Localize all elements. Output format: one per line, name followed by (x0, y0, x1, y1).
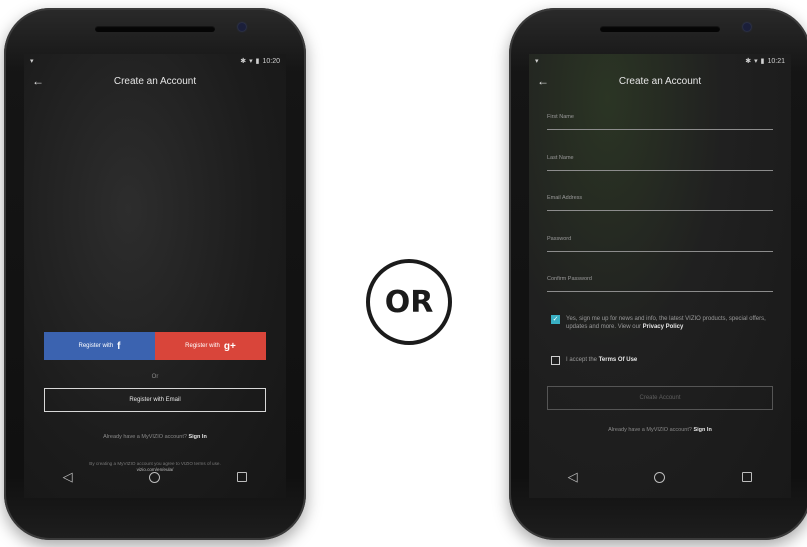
terms-prefix: I accept the (566, 357, 598, 363)
wifi-icon: ▾ (249, 58, 253, 65)
sign-in-link[interactable]: Sign In (188, 434, 206, 440)
newsletter-checkbox[interactable]: ✓ (551, 315, 560, 324)
battery-icon: ▮ (255, 58, 260, 65)
nav-home-button[interactable] (645, 471, 675, 483)
status-time: 10:20 (262, 57, 280, 65)
password-field[interactable]: Password (547, 236, 773, 252)
back-arrow-icon[interactable]: ← (32, 74, 44, 88)
android-nav-bar: ◁ (24, 456, 286, 498)
front-camera (238, 23, 246, 31)
nav-recent-icon (742, 472, 753, 482)
nav-home-icon (149, 471, 161, 483)
terms-checkbox-row: I accept the Terms Of Use (551, 356, 773, 365)
page-title: Create an Account (618, 75, 702, 87)
register-facebook-button[interactable]: Register with f (44, 332, 155, 360)
right-screen: ▾ ✱ ▾ ▮ 10:21 ← Create an Account First … (529, 54, 791, 498)
nav-recent-button[interactable] (732, 472, 762, 482)
google-button-label: Register with (185, 343, 220, 349)
first-name-field[interactable]: First Name (547, 114, 773, 130)
facebook-button-label: Register with (78, 343, 114, 349)
page-title: Create an Account (113, 75, 197, 87)
left-screen: ▾ ✱ ▾ ▮ 10:20 ← Create an Account Regist… (24, 54, 286, 498)
or-badge: OR (366, 259, 452, 345)
status-bar: ▾ ✱ ▾ ▮ 10:21 (529, 54, 791, 68)
or-separator: Or (151, 374, 159, 380)
nav-home-icon (654, 471, 666, 483)
facebook-icon: f (117, 340, 121, 352)
already-text: Already have a MyVIZIO account? (103, 434, 187, 440)
sign-in-link[interactable]: Sign In (693, 427, 711, 433)
bluetooth-icon: ✱ (240, 58, 247, 65)
register-email-button[interactable]: Register with Email (44, 388, 266, 412)
email-label: Email Address (547, 195, 583, 201)
privacy-policy-link[interactable]: Privacy Policy (643, 324, 684, 330)
confirm-password-label: Confirm Password (547, 276, 592, 282)
already-text: Already have a MyVIZIO account? (608, 427, 692, 433)
wifi-icon: ▾ (754, 58, 758, 65)
nav-recent-icon (237, 472, 248, 482)
nav-back-icon[interactable]: ◁ (558, 469, 588, 485)
terms-checkbox[interactable] (551, 356, 560, 365)
email-field[interactable]: Email Address (547, 195, 773, 211)
back-arrow-icon[interactable]: ← (537, 74, 549, 88)
right-phone: ▾ ✱ ▾ ▮ 10:21 ← Create an Account First … (509, 8, 807, 540)
already-have-account: Already have a MyVIZIO account? Sign In (529, 427, 791, 433)
create-account-button[interactable]: Create Account (547, 386, 773, 410)
status-time: 10:21 (767, 57, 785, 65)
already-have-account: Already have a MyVIZIO account? Sign In (24, 434, 286, 440)
terms-accept-text: I accept the Terms Of Use (566, 356, 637, 365)
notification-icon: ▾ (30, 58, 34, 65)
speaker-grille (95, 26, 215, 32)
newsletter-checkbox-row: ✓ Yes, sign me up for news and info, the… (551, 315, 773, 331)
nav-recent-button[interactable] (227, 472, 257, 482)
app-bar: ← Create an Account (24, 68, 286, 94)
last-name-label: Last Name (547, 155, 574, 161)
first-name-label: First Name (547, 114, 574, 120)
google-plus-icon: g+ (223, 340, 236, 352)
app-bar: ← Create an Account (529, 68, 791, 94)
nav-back-icon[interactable]: ◁ (53, 469, 83, 485)
speaker-grille (600, 26, 720, 32)
terms-of-use-link[interactable]: Terms Of Use (599, 357, 638, 363)
android-nav-bar: ◁ (529, 456, 791, 498)
battery-icon: ▮ (760, 58, 765, 65)
left-phone: ▾ ✱ ▾ ▮ 10:20 ← Create an Account Regist… (4, 8, 306, 540)
password-label: Password (547, 236, 572, 242)
confirm-password-field[interactable]: Confirm Password (547, 276, 773, 292)
notification-icon: ▾ (535, 58, 539, 65)
nav-home-button[interactable] (140, 471, 170, 483)
front-camera (743, 23, 751, 31)
last-name-field[interactable]: Last Name (547, 155, 773, 171)
newsletter-text-block: Yes, sign me up for news and info, the l… (566, 315, 773, 331)
status-bar: ▾ ✱ ▾ ▮ 10:20 (24, 54, 286, 68)
register-google-button[interactable]: Register with g+ (155, 332, 266, 360)
social-register-row: Register with f Register with g+ (44, 332, 266, 360)
bluetooth-icon: ✱ (745, 58, 752, 65)
